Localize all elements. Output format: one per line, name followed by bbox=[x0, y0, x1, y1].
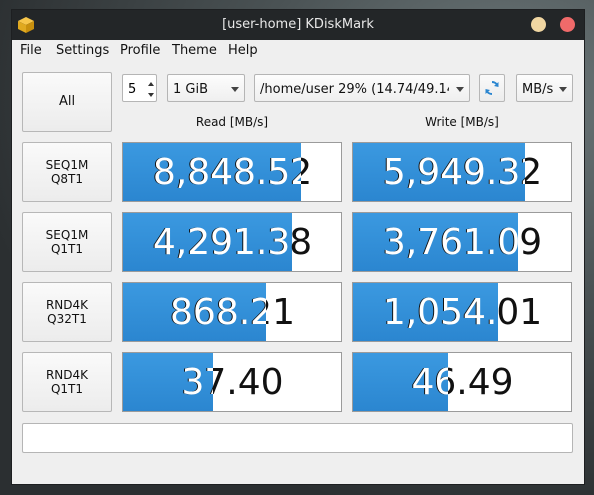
test-params: Q32T1 bbox=[47, 312, 87, 326]
write-value-highlight: 46.49 bbox=[411, 361, 447, 403]
test-name: RND4K bbox=[45, 368, 89, 382]
menu-settings[interactable]: Settings bbox=[56, 43, 109, 58]
window-title: [user-home] KDiskMark bbox=[222, 17, 374, 32]
write-result: 46.4946.49 bbox=[352, 352, 572, 412]
read-value-overlay: 37.40 bbox=[123, 353, 213, 411]
read-value-highlight: 4,291.38 bbox=[152, 221, 293, 263]
test-params: Q8T1 bbox=[50, 172, 84, 186]
write-value-highlight: 1,054.01 bbox=[382, 291, 498, 333]
menu-bar: File Settings Profile Theme Help bbox=[12, 40, 584, 62]
read-header: Read [MB/s] bbox=[195, 115, 269, 129]
read-result: 868.21868.21 bbox=[122, 282, 342, 342]
read-value-highlight: 868.21 bbox=[170, 291, 266, 333]
menu-help[interactable]: Help bbox=[228, 43, 258, 58]
chevron-down-icon bbox=[456, 87, 464, 92]
all-button[interactable]: All bbox=[22, 72, 112, 132]
test-params: Q1T1 bbox=[50, 382, 84, 396]
test-params: Q1T1 bbox=[50, 242, 84, 256]
read-value-highlight: 8,848.52 bbox=[152, 151, 302, 193]
menu-file[interactable]: File bbox=[20, 43, 42, 58]
size-value: 1 GiB bbox=[173, 82, 209, 97]
menu-profile[interactable]: Profile bbox=[120, 43, 160, 58]
write-value-overlay: 46.49 bbox=[353, 353, 447, 411]
size-combo[interactable]: 1 GiB bbox=[167, 74, 245, 102]
test-name: SEQ1M bbox=[45, 158, 89, 172]
refresh-icon bbox=[485, 80, 499, 96]
read-result: 8,848.52 8,848.52 bbox=[122, 142, 342, 202]
spin-down-icon[interactable] bbox=[148, 93, 154, 97]
unit-combo[interactable]: MB/s bbox=[516, 74, 573, 102]
test-name: RND4K bbox=[45, 298, 89, 312]
spin-up-icon[interactable] bbox=[148, 82, 154, 86]
status-field bbox=[22, 423, 573, 453]
write-value-overlay: 5,949.32 bbox=[353, 143, 525, 201]
write-value-highlight: 5,949.32 bbox=[382, 151, 525, 193]
read-value-overlay: 868.21 bbox=[123, 283, 266, 341]
write-result: 3,761.093,761.09 bbox=[352, 212, 572, 272]
runs-spinbox[interactable]: 5 bbox=[122, 74, 157, 102]
read-value-overlay: 4,291.38 bbox=[123, 213, 293, 271]
path-combo[interactable]: /home/user 29% (14.74/49.14 GiB) bbox=[254, 74, 470, 102]
chevron-down-icon bbox=[231, 87, 239, 92]
runs-value: 5 bbox=[128, 82, 137, 97]
test-button[interactable]: SEQ1M Q8T1 bbox=[22, 142, 112, 202]
test-button[interactable]: SEQ1M Q1T1 bbox=[22, 212, 112, 272]
menu-theme[interactable]: Theme bbox=[172, 43, 217, 58]
test-button[interactable]: RND4K Q32T1 bbox=[22, 282, 112, 342]
app-window: [user-home] KDiskMark File Settings Prof… bbox=[11, 9, 585, 485]
read-result: 4,291.384,291.38 bbox=[122, 212, 342, 272]
write-header: Write [MB/s] bbox=[425, 115, 499, 129]
write-result: 1,054.011,054.01 bbox=[352, 282, 572, 342]
title-bar: [user-home] KDiskMark bbox=[12, 10, 584, 40]
read-value-highlight: 37.40 bbox=[181, 361, 213, 403]
minimize-button[interactable] bbox=[531, 17, 546, 32]
path-value: /home/user 29% (14.74/49.14 GiB) bbox=[260, 82, 449, 97]
test-name: SEQ1M bbox=[45, 228, 89, 242]
write-value-highlight: 3,761.09 bbox=[382, 221, 518, 263]
write-result: 5,949.325,949.32 bbox=[352, 142, 572, 202]
refresh-button[interactable] bbox=[479, 74, 505, 102]
unit-value: MB/s bbox=[522, 82, 554, 97]
write-value-overlay: 1,054.01 bbox=[353, 283, 498, 341]
read-value-overlay: 8,848.52 bbox=[123, 143, 301, 201]
write-value-overlay: 3,761.09 bbox=[353, 213, 518, 271]
test-button[interactable]: RND4K Q1T1 bbox=[22, 352, 112, 412]
chevron-down-icon bbox=[559, 87, 567, 92]
close-button[interactable] bbox=[560, 17, 575, 32]
read-result: 37.4037.40 bbox=[122, 352, 342, 412]
